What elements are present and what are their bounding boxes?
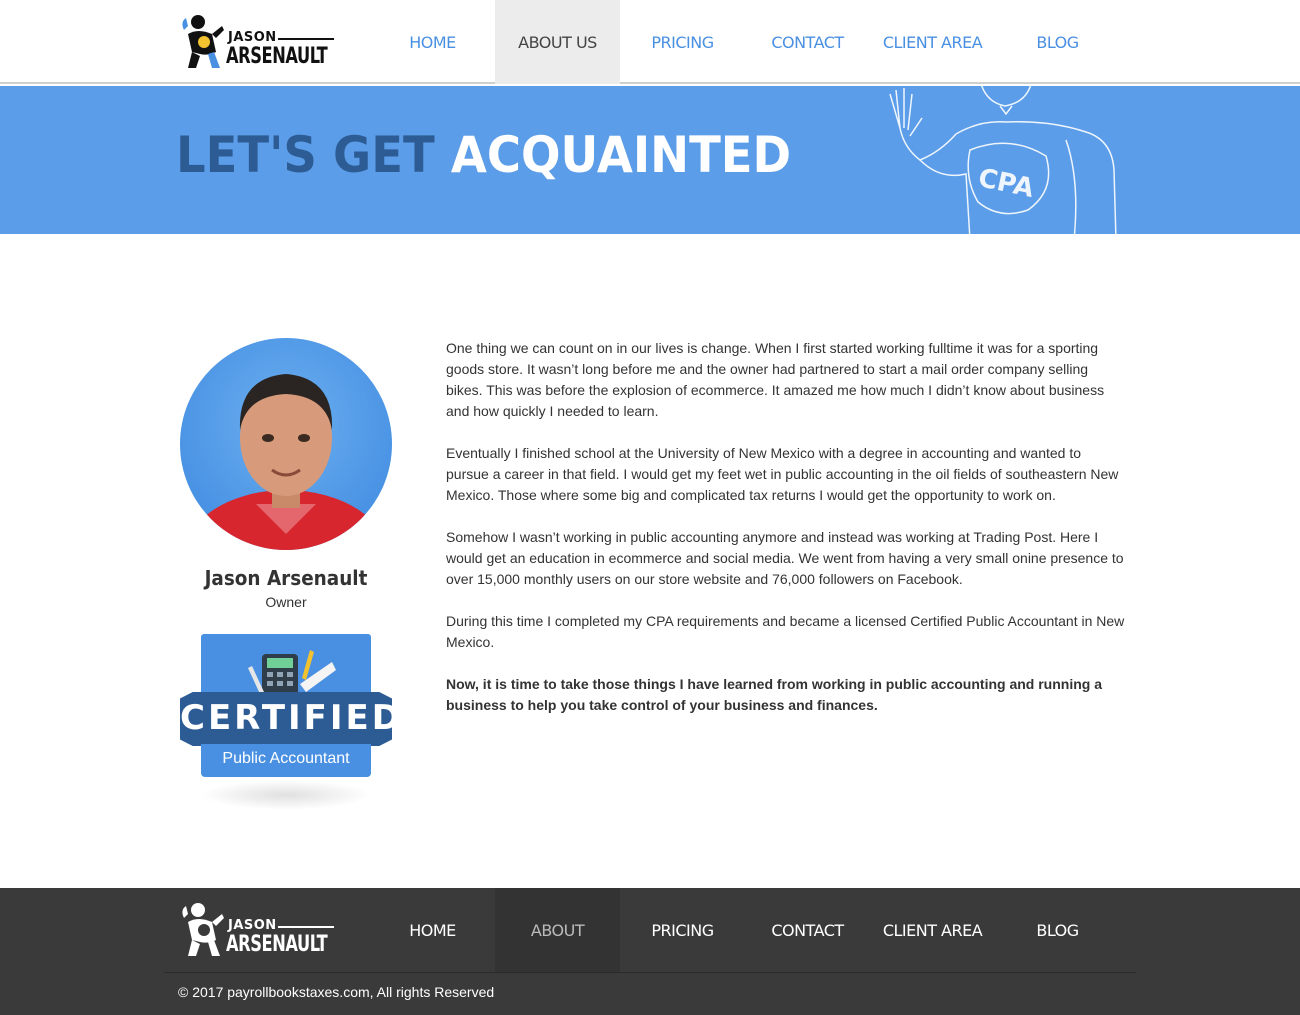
superhero-mascot-icon <box>182 903 224 956</box>
cpa-superhero-illustration: CPA <box>889 86 1117 234</box>
bio-text: One thing we can count on in our lives i… <box>446 338 1126 737</box>
site-footer: JASON ARSENAULT HOME ABOUT PRICING CONTA… <box>0 888 1300 1015</box>
footer-nav-client-area[interactable]: CLIENT AREA <box>870 888 995 972</box>
bio-paragraph: One thing we can count on in our lives i… <box>446 340 1105 419</box>
cpa-emblem-text: CPA <box>976 163 1037 204</box>
bio-closing: Now, it is time to take those things I h… <box>446 676 1102 713</box>
footer-nav-about[interactable]: ABOUT <box>495 888 620 972</box>
title-part-light: ACQUAINTED <box>450 126 792 184</box>
nav-about-us[interactable]: ABOUT US <box>495 0 620 84</box>
copyright-text: © 2017 payrollbookstaxes.com, All rights… <box>178 984 495 1000</box>
superhero-mascot-icon <box>182 15 224 68</box>
nav-home[interactable]: HOME <box>370 0 495 84</box>
footer-logo-divider <box>278 926 334 928</box>
footer-logo-last-name: ARSENAULT <box>226 932 328 957</box>
footer-nav-home[interactable]: HOME <box>370 888 495 972</box>
badge-shadow <box>200 780 372 810</box>
logo-first-name: JASON <box>228 30 277 45</box>
owner-avatar <box>180 338 392 550</box>
footer-logo-first-name: JASON <box>228 918 277 933</box>
certified-badge: CERTIFIED Public Accountant <box>180 634 403 824</box>
badge-title: CERTIFIED <box>180 698 403 738</box>
main-nav: HOME ABOUT US PRICING CONTACT CLIENT ARE… <box>370 0 1120 84</box>
footer-nav-blog[interactable]: BLOG <box>995 888 1120 972</box>
owner-role: Owner <box>265 594 307 610</box>
footer-nav-pricing[interactable]: PRICING <box>620 888 745 972</box>
footer-nav-contact[interactable]: CONTACT <box>745 888 870 972</box>
page-title: LET'S GET ACQUAINTED <box>176 126 791 184</box>
badge-subtitle: Public Accountant <box>222 750 350 767</box>
owner-name: Jason Arsenault <box>204 566 368 590</box>
nav-pricing[interactable]: PRICING <box>620 0 745 84</box>
footer-nav: HOME ABOUT PRICING CONTACT CLIENT AREA B… <box>370 888 1120 972</box>
bio-paragraph: Somehow I wasn’t working in public accou… <box>446 529 1124 587</box>
bio-paragraph: Eventually I finished school at the Univ… <box>446 445 1119 503</box>
nav-blog[interactable]: BLOG <box>995 0 1120 84</box>
footer-logo[interactable]: JASON ARSENAULT <box>178 900 338 960</box>
footer-divider <box>164 972 1136 973</box>
bio-paragraph: During this time I completed my CPA requ… <box>446 613 1125 650</box>
site-header: JASON ARSENAULT HOME ABOUT US PRICING CO… <box>0 0 1300 84</box>
nav-client-area[interactable]: CLIENT AREA <box>870 0 995 84</box>
nav-contact[interactable]: CONTACT <box>745 0 870 84</box>
title-part-dark: LET'S GET <box>176 126 435 184</box>
owner-portrait-icon <box>183 374 389 550</box>
logo-divider <box>278 38 334 40</box>
calculator-pen-icon <box>248 650 336 698</box>
hero-banner: LET'S GET ACQUAINTED CPA <box>0 86 1300 234</box>
brand-logo[interactable]: JASON ARSENAULT <box>178 12 338 72</box>
logo-last-name: ARSENAULT <box>226 44 328 69</box>
